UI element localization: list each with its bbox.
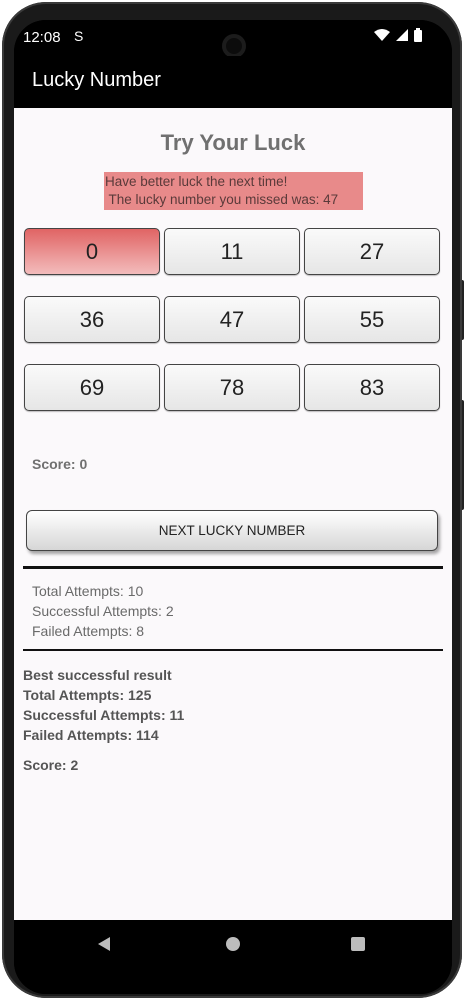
back-icon[interactable] [98,937,110,951]
front-camera [222,34,246,58]
number-button[interactable]: 47 [164,296,300,343]
page-title: Try Your Luck [160,130,306,155]
best-successful-attempts: Successful Attempts: 11 [23,707,185,723]
number-button[interactable]: 83 [304,364,440,411]
number-button[interactable]: 11 [164,228,300,275]
best-failed-attempts: Failed Attempts: 114 [23,727,159,743]
best-score: Score: 2 [23,757,79,773]
app-title: Lucky Number [32,69,161,91]
number-button[interactable]: 36 [24,296,160,343]
number-button[interactable]: 69 [24,364,160,411]
current-score: Score: 0 [32,456,88,472]
phone: 12:08 S Lucky Number Try Your Luck Have … [0,0,464,1000]
status-time: 12:08 [23,29,61,46]
navigation-bar [14,920,452,994]
screen: 12:08 S Lucky Number Try Your Luck Have … [14,20,452,994]
recents-icon[interactable] [351,937,365,951]
number-button[interactable]: 55 [304,296,440,343]
result-message: Have better luck the next time! The luck… [104,172,363,210]
main-content: Try Your Luck Have better luck the next … [14,108,452,920]
divider [23,649,443,651]
number-button[interactable]: 27 [304,228,440,275]
device-frame: 12:08 S Lucky Number Try Your Luck Have … [2,2,462,998]
result-message-line2: The lucky number you missed was: 47 [105,192,339,207]
notification-icon: S [74,28,84,44]
number-button[interactable]: 78 [164,364,300,411]
session-stats: Total Attempts: 10 Successful Attempts: … [32,581,174,641]
home-icon[interactable] [226,937,240,951]
best-total-attempts: Total Attempts: 125 [23,687,152,703]
battery-icon [414,28,422,42]
total-attempts: Total Attempts: 10 [32,583,144,599]
result-message-line1: Have better luck the next time! [105,174,288,189]
successful-attempts: Successful Attempts: 2 [32,603,174,619]
app-bar: Lucky Number [14,56,452,108]
wifi-icon [374,29,390,41]
status-icons [374,28,422,42]
status-bar: 12:08 S [14,20,452,58]
best-result: Best successful result Total Attempts: 1… [23,665,184,775]
next-lucky-number-button[interactable]: NEXT LUCKY NUMBER [26,510,438,551]
failed-attempts: Failed Attempts: 8 [32,623,145,639]
signal-icon [396,29,408,41]
divider [23,566,443,569]
best-result-title: Best successful result [23,667,172,683]
number-button[interactable]: 0 [24,228,160,275]
